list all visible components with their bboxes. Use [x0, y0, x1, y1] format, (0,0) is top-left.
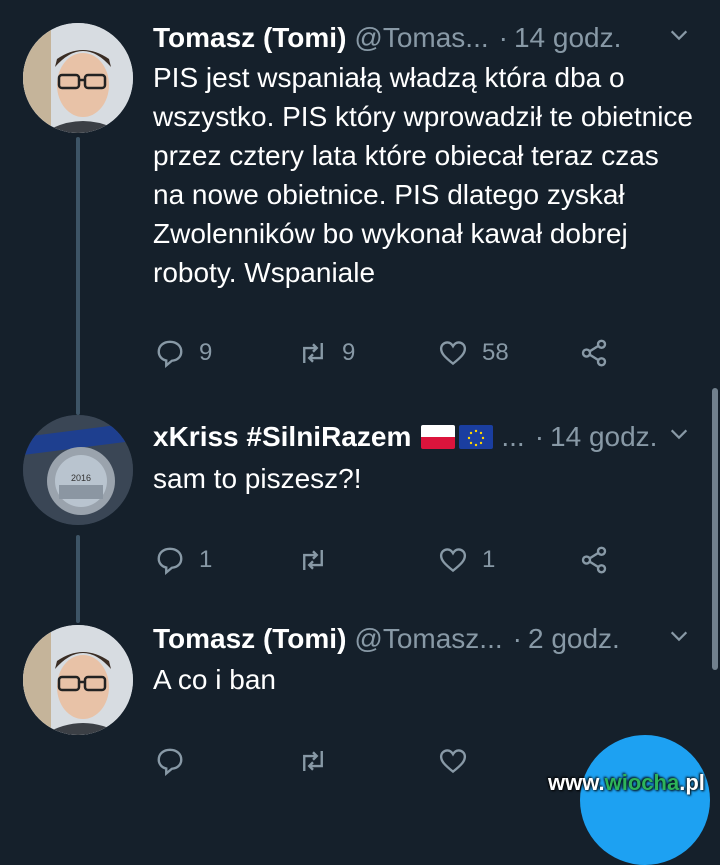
avatar[interactable] — [23, 23, 133, 133]
compose-tweet-button[interactable] — [580, 735, 710, 865]
retweet-icon — [303, 550, 323, 570]
retweet-button[interactable] — [298, 746, 342, 776]
user-handle[interactable]: @Tomasz... — [354, 623, 502, 655]
timestamp[interactable]: 14 godz. — [550, 421, 657, 453]
share-icon — [581, 339, 607, 367]
poland-flag-icon — [421, 425, 456, 449]
tweet-actions: 1 1 — [155, 545, 625, 581]
retweet-icon — [303, 751, 323, 771]
reply-count: 1 — [199, 546, 213, 573]
separator-dot: · — [498, 22, 508, 53]
watermark-highlight: wiocha — [604, 770, 680, 795]
like-button[interactable] — [438, 746, 482, 776]
retweet-icon — [303, 343, 323, 363]
tweet[interactable]: Tomasz (Tomi) @Tomas... · 14 godz. PIS j… — [0, 0, 720, 395]
reply-icon — [157, 547, 183, 575]
medal-year: 2016 — [71, 473, 91, 483]
reply-button[interactable]: 9 — [155, 338, 212, 368]
tweet-text: A co i ban — [153, 664, 276, 695]
eu-flag-icon — [459, 425, 494, 449]
like-count: 1 — [482, 546, 496, 573]
heart-icon — [439, 548, 467, 573]
separator-dot: · — [512, 623, 522, 654]
share-button[interactable] — [579, 338, 609, 368]
person-avatar-icon — [23, 625, 133, 735]
user-handle[interactable]: @Tomas... — [354, 22, 488, 54]
tweet[interactable]: 2016 xKriss #SilniRazem ... · 14 godz. s… — [0, 395, 720, 605]
reply-button[interactable] — [155, 746, 199, 776]
display-name[interactable]: Tomasz (Tomi) — [153, 22, 346, 54]
separator-dot: · — [534, 421, 545, 452]
reply-icon — [157, 748, 183, 776]
like-count: 58 — [482, 339, 509, 366]
like-button[interactable]: 58 — [438, 338, 509, 368]
tweet-header: Tomasz (Tomi) @Tomas... · 14 godz. — [153, 18, 690, 58]
chevron-down-icon[interactable] — [668, 423, 690, 445]
retweet-button[interactable]: 9 — [298, 338, 355, 368]
heart-icon — [439, 749, 467, 774]
reply-count: 9 — [199, 339, 213, 366]
scrollbar[interactable] — [712, 388, 718, 670]
reply-button[interactable]: 1 — [155, 545, 212, 575]
like-button[interactable]: 1 — [438, 545, 495, 575]
watermark-suffix: .pl — [679, 770, 705, 795]
chevron-down-icon[interactable] — [668, 625, 690, 647]
retweet-button[interactable] — [298, 545, 342, 575]
share-icon — [581, 546, 607, 574]
tweet-text: PIS jest wspaniałą władzą która dba o ws… — [153, 62, 693, 288]
tweet-header: Tomasz (Tomi) @Tomasz... · 2 godz. — [153, 619, 690, 659]
reply-icon — [157, 340, 183, 368]
retweet-count: 9 — [342, 339, 356, 366]
avatar[interactable]: 2016 — [23, 415, 133, 525]
user-handle[interactable]: ... — [501, 421, 524, 453]
avatar[interactable] — [23, 625, 133, 735]
timestamp[interactable]: 14 godz. — [514, 22, 621, 54]
share-button[interactable] — [579, 545, 609, 575]
medal-avatar-icon: 2016 — [23, 415, 133, 525]
watermark: www.wiocha.pl — [548, 770, 705, 796]
watermark-prefix: www. — [548, 770, 605, 795]
person-avatar-icon — [23, 23, 133, 133]
name-emoji-flags — [421, 425, 494, 449]
tweet-actions: 9 9 58 — [155, 338, 625, 374]
tweet-text: sam to piszesz?! — [153, 463, 362, 494]
chevron-down-icon[interactable] — [668, 24, 690, 46]
heart-icon — [439, 341, 467, 366]
display-name[interactable]: xKriss #SilniRazem — [153, 421, 411, 453]
timestamp[interactable]: 2 godz. — [528, 623, 620, 655]
tweet-header: xKriss #SilniRazem ... · 14 godz. — [153, 417, 690, 457]
display-name[interactable]: Tomasz (Tomi) — [153, 623, 346, 655]
